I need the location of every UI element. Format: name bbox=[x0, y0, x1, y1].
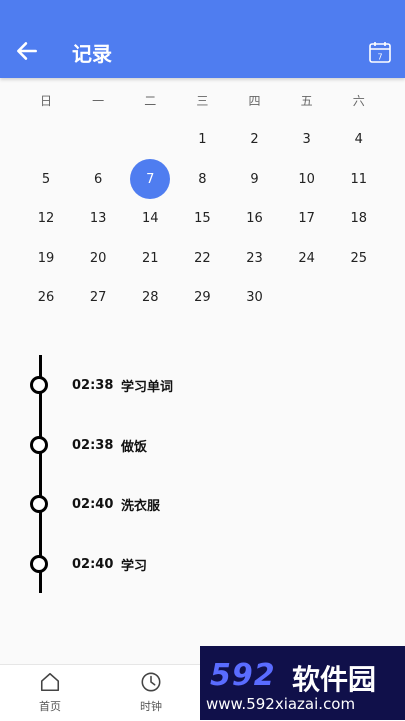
watermark-name: 软件园 bbox=[292, 663, 377, 696]
calendar-day[interactable]: 7 bbox=[124, 159, 176, 200]
home-icon bbox=[40, 672, 60, 692]
calendar-grid: 1 2 3 4 5 6 7 8 9 10 11 12 13 14 15 16 17 18 19 20 21 22 23 24 2… bbox=[20, 120, 385, 318]
calendar-day[interactable]: 22 bbox=[176, 239, 228, 279]
watermark-url: www.592xiazai.com bbox=[206, 695, 356, 713]
nav-home-label: 首页 bbox=[39, 700, 61, 713]
calendar-day[interactable]: 20 bbox=[72, 239, 124, 279]
calendar-day[interactable]: 11 bbox=[333, 160, 385, 200]
calendar-day[interactable]: 29 bbox=[176, 278, 228, 318]
back-arrow-icon[interactable] bbox=[14, 38, 40, 64]
calendar-day[interactable]: 23 bbox=[229, 239, 281, 279]
calendar-day[interactable]: 10 bbox=[281, 160, 333, 200]
app-header: 记录 7 bbox=[0, 0, 405, 78]
timeline-item[interactable]: 02:40 学习 bbox=[30, 552, 390, 576]
record-time: 02:40 bbox=[72, 496, 114, 512]
calendar-day[interactable]: 26 bbox=[20, 278, 72, 318]
calendar-day[interactable]: 8 bbox=[176, 160, 228, 200]
nav-clock[interactable]: 时钟 bbox=[116, 671, 186, 714]
calendar-day[interactable]: 6 bbox=[72, 160, 124, 200]
timeline-item[interactable]: 02:40 洗衣服 bbox=[30, 492, 390, 516]
calendar-day[interactable]: 14 bbox=[124, 199, 176, 239]
calendar-day[interactable]: 4 bbox=[333, 120, 385, 160]
weekday-label: 一 bbox=[92, 94, 105, 108]
record-time: 02:38 bbox=[72, 437, 114, 453]
clock-icon bbox=[141, 672, 161, 692]
weekday-label: 四 bbox=[248, 94, 261, 108]
calendar-day[interactable]: 19 bbox=[20, 239, 72, 279]
weekday-label: 六 bbox=[352, 94, 365, 108]
record-label: 学习 bbox=[121, 558, 148, 574]
nav-home[interactable]: 首页 bbox=[15, 671, 85, 714]
calendar-day[interactable]: 15 bbox=[176, 199, 228, 239]
weekday-label: 二 bbox=[144, 94, 157, 108]
calendar-day[interactable]: 24 bbox=[281, 239, 333, 279]
calendar-day[interactable]: 1 bbox=[176, 120, 228, 160]
weekday-header: 日 一 二 三 四 五 六 bbox=[20, 92, 385, 109]
watermark-brand: 592 bbox=[210, 658, 276, 693]
record-label: 学习单词 bbox=[121, 379, 174, 395]
calendar-day[interactable]: 5 bbox=[20, 160, 72, 200]
calendar-day[interactable]: 28 bbox=[124, 278, 176, 318]
timeline-dot-icon bbox=[30, 376, 48, 394]
weekday-label: 五 bbox=[300, 94, 313, 108]
record-label: 洗衣服 bbox=[121, 498, 161, 514]
record-label: 做饭 bbox=[121, 439, 148, 455]
calendar-day[interactable]: 16 bbox=[229, 199, 281, 239]
record-time: 02:40 bbox=[72, 556, 114, 572]
timeline-dot-icon bbox=[30, 495, 48, 513]
weekday-label: 三 bbox=[196, 94, 209, 108]
calendar-day[interactable]: 17 bbox=[281, 199, 333, 239]
calendar-empty-cell bbox=[20, 120, 72, 160]
selected-day: 7 bbox=[130, 159, 171, 200]
timeline-item[interactable]: 02:38 做饭 bbox=[30, 433, 390, 457]
calendar-icon-day: 7 bbox=[377, 53, 382, 62]
calendar-empty-cell bbox=[281, 278, 333, 318]
calendar-day[interactable]: 3 bbox=[281, 120, 333, 160]
calendar-empty-cell bbox=[333, 278, 385, 318]
record-timeline: 02:38 学习单词 02:38 做饭 02:40 洗衣服 02:40 学习 bbox=[0, 355, 405, 595]
calendar-day[interactable]: 18 bbox=[333, 199, 385, 239]
calendar-day[interactable]: 2 bbox=[229, 120, 281, 160]
record-time: 02:38 bbox=[72, 377, 114, 393]
calendar-day[interactable]: 25 bbox=[333, 239, 385, 279]
weekday-label: 日 bbox=[40, 94, 53, 108]
calendar-icon[interactable]: 7 bbox=[368, 40, 392, 64]
timeline-item[interactable]: 02:38 学习单词 bbox=[30, 373, 390, 397]
calendar-day[interactable]: 27 bbox=[72, 278, 124, 318]
page-title: 记录 bbox=[72, 42, 112, 66]
calendar-day[interactable]: 13 bbox=[72, 199, 124, 239]
calendar-empty-cell bbox=[72, 120, 124, 160]
calendar-empty-cell bbox=[124, 120, 176, 160]
calendar-day[interactable]: 30 bbox=[229, 278, 281, 318]
calendar-day[interactable]: 9 bbox=[229, 160, 281, 200]
timeline-dot-icon bbox=[30, 555, 48, 573]
calendar-day[interactable]: 21 bbox=[124, 239, 176, 279]
nav-clock-label: 时钟 bbox=[140, 700, 162, 713]
calendar-day[interactable]: 12 bbox=[20, 199, 72, 239]
timeline-dot-icon bbox=[30, 436, 48, 454]
